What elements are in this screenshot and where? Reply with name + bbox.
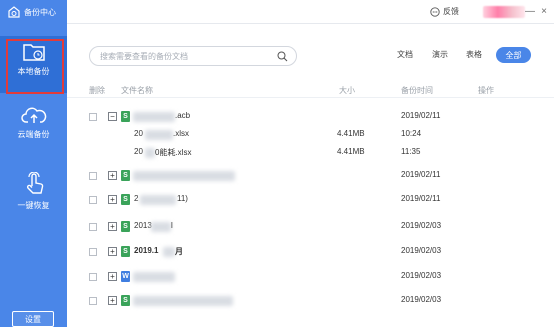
sidebar-item-label: 一键恢复 <box>17 201 50 210</box>
document-file-icon: W <box>121 271 130 282</box>
table-row[interactable]: + S 2013 l 2019/02/03 <box>67 219 554 237</box>
redacted-text <box>133 171 235 181</box>
backup-center-logo-icon <box>8 6 20 18</box>
table-row[interactable]: + S 2 11) 2019/02/11 <box>67 192 554 210</box>
redacted-text <box>133 296 233 306</box>
file-name: 2019.1 <box>134 246 159 255</box>
backup-date: 2019/02/11 <box>401 111 441 120</box>
expand-toggle[interactable]: + <box>108 195 117 204</box>
row-checkbox[interactable] <box>89 248 97 256</box>
tap-hand-icon <box>26 172 43 194</box>
minimize-button[interactable]: — <box>523 4 537 18</box>
backup-date: 2019/02/11 <box>401 170 441 179</box>
sidebar-item-cloud-backup[interactable]: 云端备份 <box>0 105 67 149</box>
file-name: 2013 <box>134 221 152 230</box>
expand-toggle[interactable]: + <box>108 296 117 305</box>
close-button[interactable]: × <box>537 4 551 18</box>
redacted-text <box>151 222 171 232</box>
backup-date: 2019/02/03 <box>401 271 442 280</box>
search-input[interactable] <box>100 50 276 62</box>
spreadsheet-file-icon: S <box>121 111 130 122</box>
top-bar: 反馈 — × <box>67 0 554 24</box>
spreadsheet-file-icon: S <box>121 295 130 306</box>
spreadsheet-file-icon: S <box>121 246 130 257</box>
file-size: 4.41MB <box>337 147 365 156</box>
redacted-text <box>145 130 173 140</box>
redacted-text <box>133 112 175 122</box>
row-checkbox[interactable] <box>89 273 97 281</box>
backup-time: 10:24 <box>401 129 422 138</box>
backup-date: 2019/02/11 <box>401 194 441 203</box>
row-checkbox[interactable] <box>89 196 97 204</box>
filter-slides[interactable]: 演示 <box>432 49 448 60</box>
expand-toggle[interactable]: + <box>108 247 117 256</box>
sidebar-item-local-backup[interactable]: 本地备份 <box>0 36 67 94</box>
app-brand: 备份中心 <box>0 0 67 24</box>
file-name-suffix: l <box>171 221 173 230</box>
column-action: 操作 <box>478 86 494 95</box>
sidebar-item-one-click-restore[interactable]: 一键恢复 <box>0 172 67 216</box>
cloud-upload-icon <box>20 107 46 123</box>
spreadsheet-file-icon: S <box>121 170 130 181</box>
sidebar-item-label: 本地备份 <box>17 67 50 76</box>
column-delete: 删除 <box>89 86 105 95</box>
spreadsheet-file-icon: S <box>121 194 130 205</box>
expand-toggle[interactable]: + <box>108 272 117 281</box>
search-box <box>89 46 297 66</box>
chat-bubble-icon <box>430 6 440 17</box>
row-checkbox[interactable] <box>89 297 97 305</box>
file-name-suffix: 月 <box>175 247 183 256</box>
backup-date: 2019/02/03 <box>401 246 442 255</box>
local-backup-folder-icon <box>22 44 45 61</box>
backup-time: 11:35 <box>401 147 421 156</box>
redacted-text <box>133 272 175 282</box>
feedback-label: 反馈 <box>443 7 459 16</box>
backup-date: 2019/02/03 <box>401 295 442 304</box>
column-file-name: 文件名称 <box>121 86 153 95</box>
table-row[interactable]: − S .acb 2019/02/11 <box>67 109 554 127</box>
file-name: 20 <box>134 147 143 156</box>
file-name-suffix: 0能耗.xlsx <box>155 148 192 157</box>
row-checkbox[interactable] <box>89 223 97 231</box>
settings-button[interactable]: 设置 <box>12 311 54 327</box>
file-name: .acb <box>175 111 191 120</box>
filter-sheet[interactable]: 表格 <box>466 49 482 60</box>
avatar[interactable] <box>483 6 525 18</box>
sidebar: 备份中心 本地备份 云端备份 一键恢复 设置 <box>0 0 67 327</box>
sidebar-item-label: 云端备份 <box>17 130 50 139</box>
column-backup-time: 备份时间 <box>401 86 433 95</box>
file-name: 2 <box>134 194 139 203</box>
table-row[interactable]: + S 2019/02/11 <box>67 168 554 186</box>
column-size: 大小 <box>339 86 355 95</box>
row-checkbox[interactable] <box>89 172 97 180</box>
feedback-button[interactable]: 反馈 <box>430 6 459 17</box>
file-size: 4.41MB <box>337 129 365 138</box>
filter-all-button[interactable]: 全部 <box>496 47 531 63</box>
file-name-suffix: 11) <box>177 194 188 203</box>
table-row[interactable]: + S 2019.1 月 2019/02/03 <box>67 244 554 262</box>
table-row[interactable]: 20 0能耗.xlsx 4.41MB 11:35 <box>67 145 554 163</box>
filter-doc[interactable]: 文档 <box>397 49 413 60</box>
table-header: 删除 文件名称 大小 备份时间 操作 <box>67 80 554 98</box>
table-row[interactable]: + W 2019/02/03 <box>67 269 554 287</box>
redacted-text <box>140 195 176 205</box>
search-icon[interactable] <box>277 51 288 62</box>
file-name: 20 <box>134 129 143 138</box>
collapse-toggle[interactable]: − <box>108 112 117 121</box>
table-row[interactable]: + S 2019/02/03 <box>67 293 554 311</box>
redacted-text <box>145 148 155 158</box>
app-title: 备份中心 <box>24 7 56 17</box>
table-row[interactable]: 20 .xlsx 4.41MB 10:24 <box>67 127 554 145</box>
file-name-suffix: .xlsx <box>173 129 189 138</box>
expand-toggle[interactable]: + <box>108 222 117 231</box>
expand-toggle[interactable]: + <box>108 171 117 180</box>
backup-date: 2019/02/03 <box>401 221 442 230</box>
spreadsheet-file-icon: S <box>121 221 130 232</box>
redacted-text <box>163 247 175 257</box>
row-checkbox[interactable] <box>89 113 97 121</box>
